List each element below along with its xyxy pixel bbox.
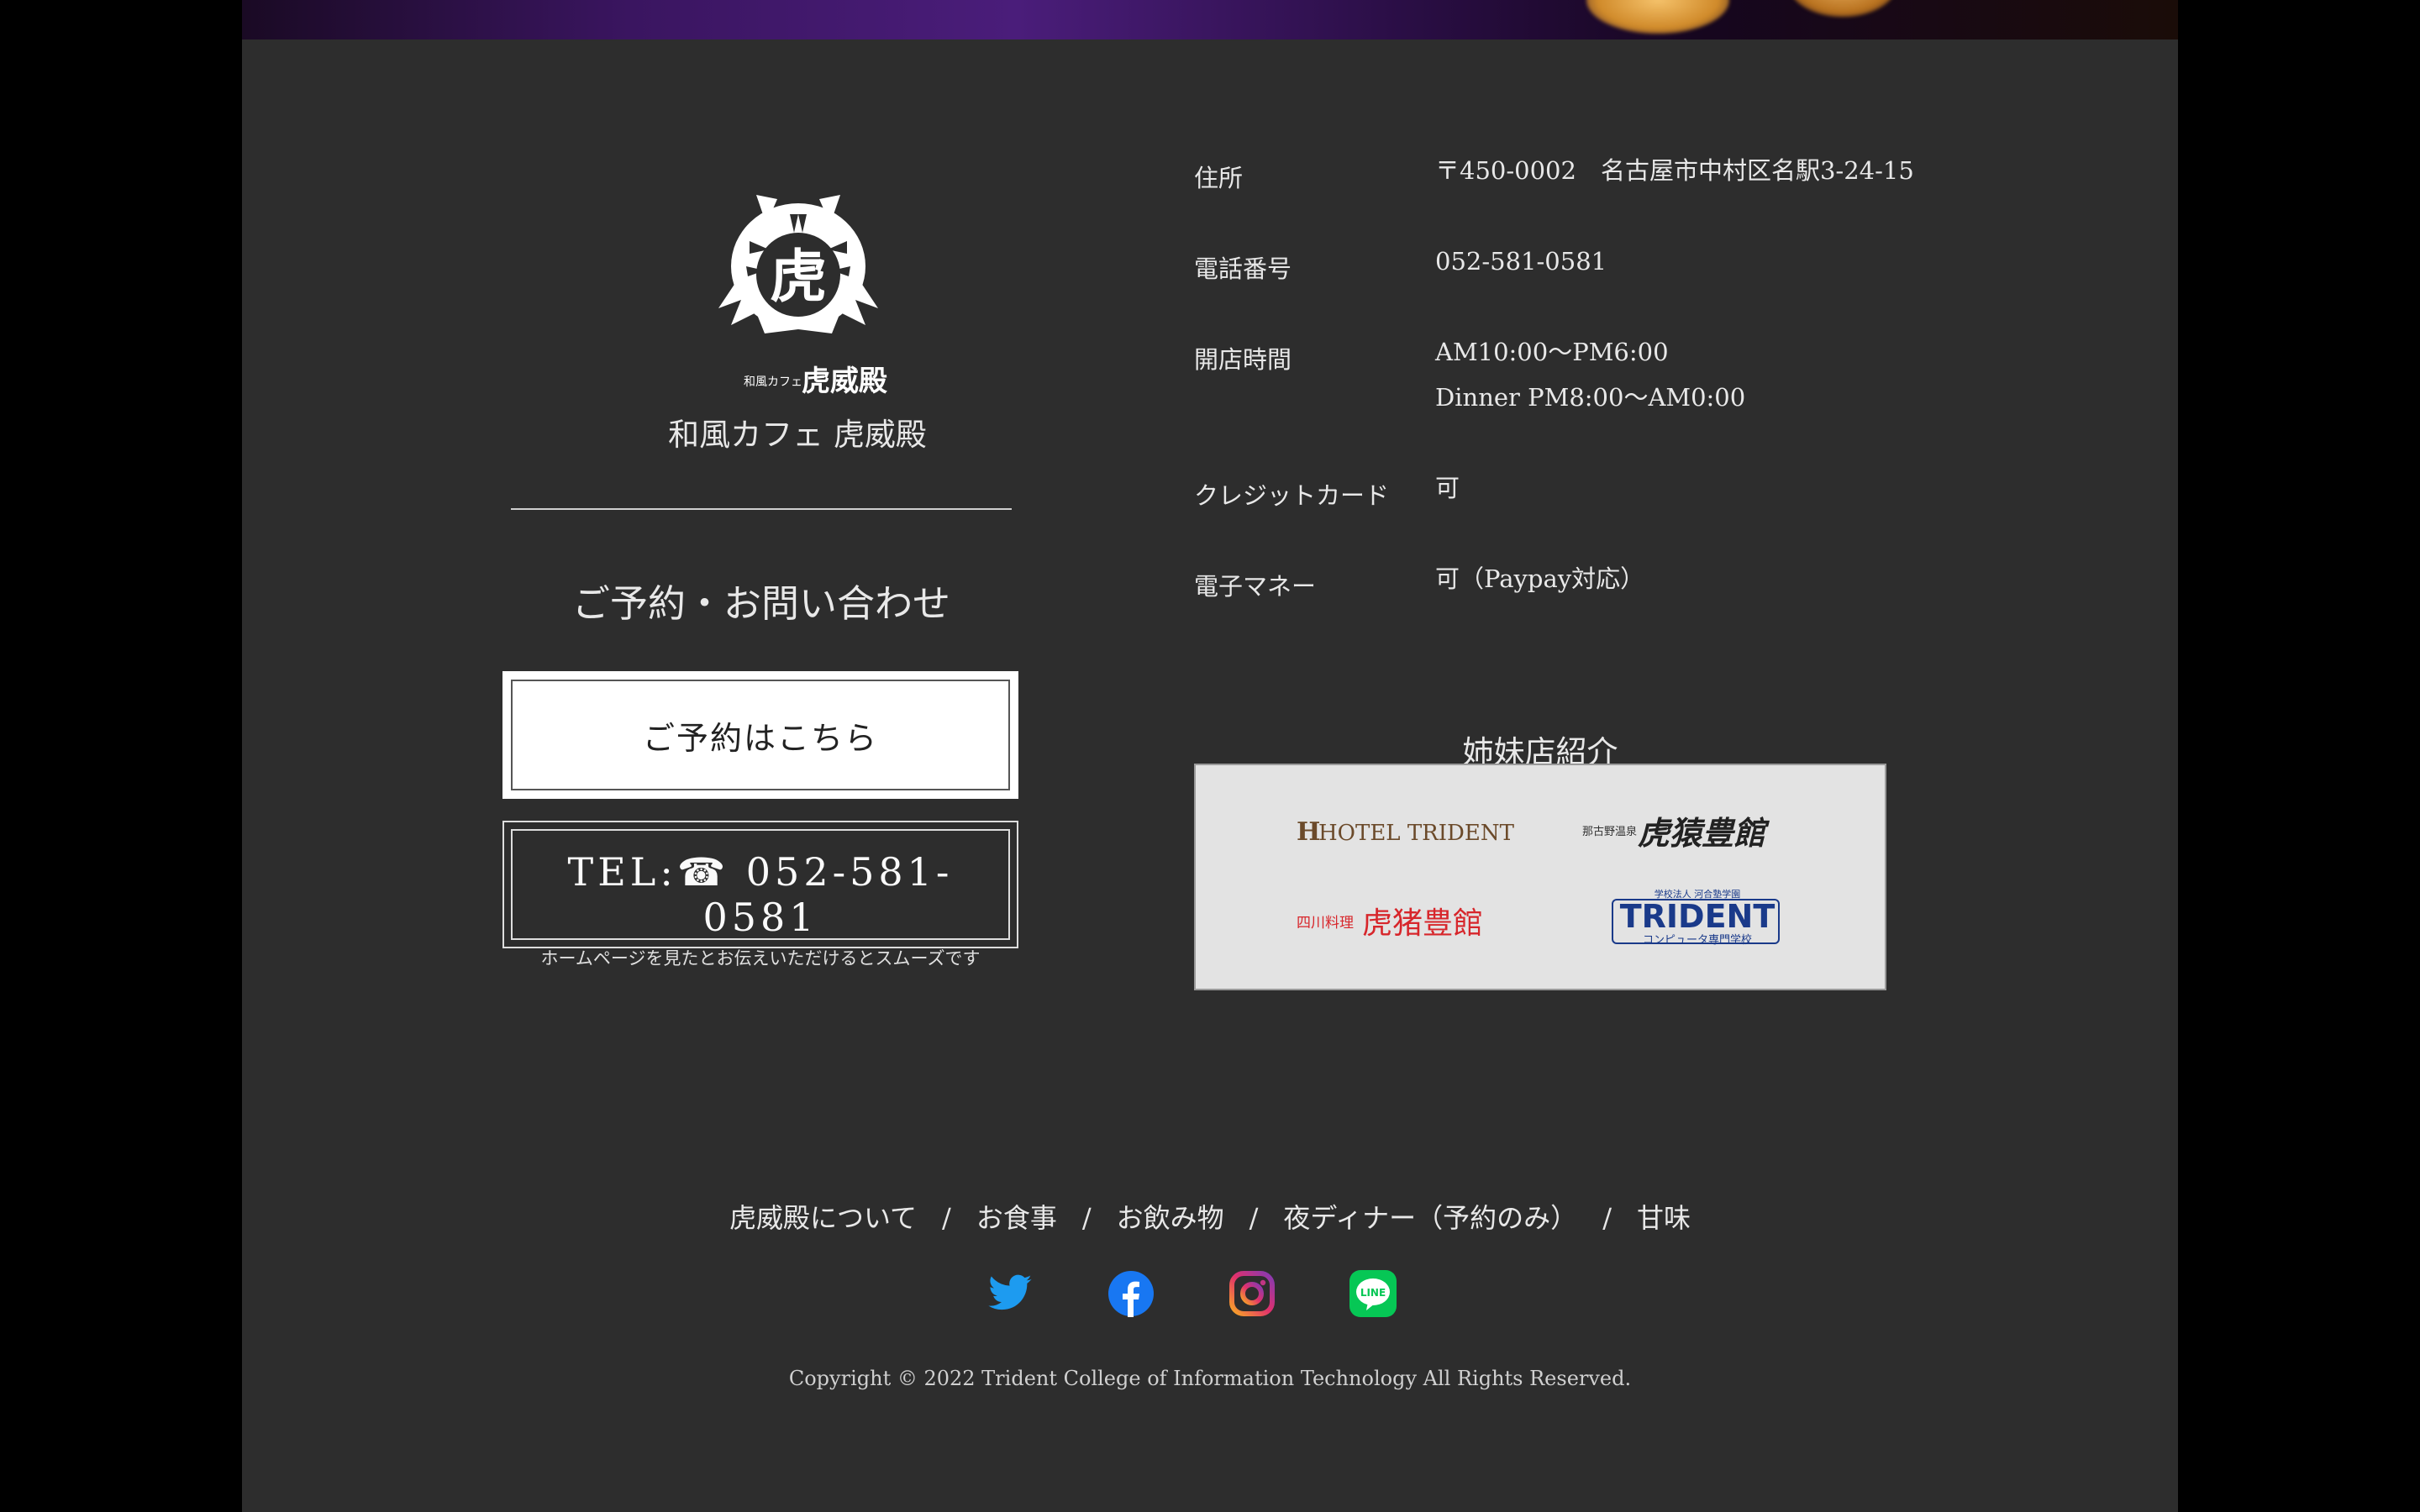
copyright: Copyright © 2022 Trident College of Info…: [788, 1367, 1632, 1390]
info-value-hours: AM10:00〜PM6:00: [1435, 338, 1669, 366]
line-icon[interactable]: LINE: [1349, 1270, 1397, 1317]
info-label-address: 住所: [1194, 164, 1244, 192]
facebook-icon[interactable]: [1107, 1270, 1155, 1317]
sichuan-small: 四川料理: [1297, 915, 1354, 932]
nav-separator: /: [1249, 1202, 1259, 1234]
nav-separator: /: [942, 1202, 951, 1234]
tel-note: ホームページを見たとお伝えいただけるとスムーズです: [540, 948, 981, 969]
hotel-trident-mark: H: [1297, 817, 1321, 847]
sichuan-name: 虎猪豊館: [1362, 906, 1484, 941]
nav-link-dinner[interactable]: 夜ディナー（予約のみ）: [1283, 1197, 1577, 1236]
hotel-trident-name: HOTEL TRIDENT: [1318, 821, 1514, 846]
nav-link-food[interactable]: お食事: [976, 1197, 1057, 1236]
info-value-address: 〒450-0002 名古屋市中村区名駅3-24-15: [1435, 156, 1914, 185]
info-value-phone[interactable]: 052-581-0581: [1435, 239, 1607, 284]
nagoya-onsen-small: 那古野温泉: [1582, 826, 1638, 838]
sister-sichuan-restaurant[interactable]: 四川料理 虎猪豊館: [1297, 895, 1507, 941]
nav-link-drinks[interactable]: お飲み物: [1117, 1197, 1224, 1236]
sister-shops-panel: H HOTEL TRIDENT 那古野温泉 虎猿豊館 四川料理 虎猪豊館 学校法…: [1194, 764, 1886, 990]
svg-text:虎: 虎: [770, 244, 827, 311]
trident-college-sub: コンピュータ専門学校: [1642, 934, 1752, 947]
reserve-button-label: ご予約はこちら: [511, 680, 1010, 790]
info-value-e-money: 可（Paypay対応）: [1435, 564, 1645, 593]
footer-nav: 虎威殿について / お食事 / お飲み物 / 夜ディナー（予約のみ） / 甘味: [242, 1197, 2178, 1236]
store-logo[interactable]: 虎 和風カフェ 虎威殿: [672, 157, 924, 409]
contact-title: ご予約・お問い合わせ: [571, 581, 950, 626]
sister-nagoya-onsen[interactable]: 那古野温泉 虎猿豊館: [1582, 807, 1801, 852]
phone-icon: ☎: [676, 849, 730, 895]
tel-box[interactable]: TEL:☎ 052-581-0581 ホームページを見たとお伝えいただけるとスム…: [502, 821, 1018, 969]
nav-link-about[interactable]: 虎威殿について: [729, 1197, 917, 1236]
info-label-hours: 開店時間: [1194, 345, 1292, 374]
info-value-dinner-hours: Dinner PM8:00〜AM0:00: [1435, 383, 1746, 412]
twitter-icon[interactable]: [986, 1270, 1034, 1317]
trident-college-name: TRIDENT: [1619, 898, 1776, 935]
sister-trident-college[interactable]: 学校法人 河合塾学園 TRIDENT コンピュータ専門学校: [1609, 887, 1786, 947]
site-footer: 虎 和風カフェ 虎威殿 和風カフェ 虎威殿 ご予約・お問い合わせ ご予約はこちら…: [242, 39, 2178, 1512]
svg-text:和風カフェ: 和風カフェ: [744, 375, 802, 389]
divider: [511, 508, 1012, 510]
nav-separator: /: [1081, 1202, 1092, 1234]
info-label-e-money: 電子マネー: [1194, 572, 1317, 601]
instagram-icon[interactable]: [1228, 1270, 1276, 1317]
info-label-credit-card: クレジットカード: [1194, 481, 1390, 510]
svg-text:虎威殿: 虎威殿: [802, 365, 887, 398]
nav-separator: /: [1602, 1202, 1612, 1234]
info-label-phone: 電話番号: [1194, 255, 1292, 283]
nav-link-sweets[interactable]: 甘味: [1637, 1197, 1691, 1236]
sister-hotel-trident[interactable]: H HOTEL TRIDENT: [1297, 816, 1514, 849]
svg-text:LINE: LINE: [1360, 1287, 1386, 1299]
hero-image-strip: [242, 0, 2178, 39]
tiger-logo-icon: 虎 和風カフェ 虎威殿: [718, 195, 887, 398]
reserve-button[interactable]: ご予約はこちら: [502, 671, 1018, 799]
store-name: 和風カフェ 虎威殿: [668, 417, 927, 453]
info-value-credit-card: 可: [1435, 474, 1460, 502]
nagoya-onsen-name: 虎猿豊館: [1638, 814, 1766, 852]
tel-number[interactable]: TEL:☎ 052-581-0581: [513, 849, 1008, 940]
